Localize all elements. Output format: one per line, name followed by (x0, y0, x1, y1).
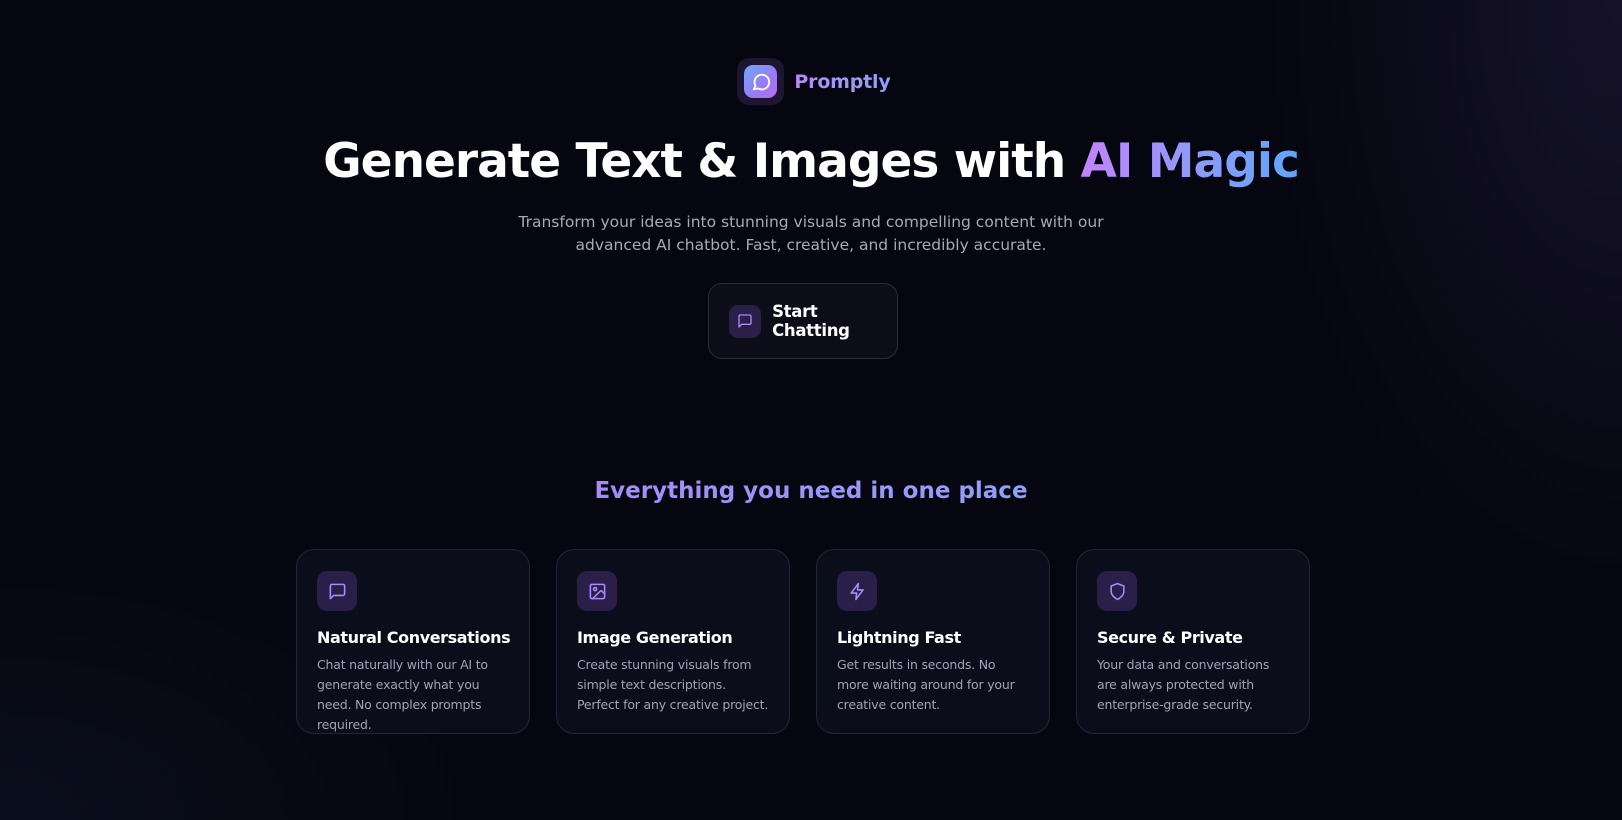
feature-card-description: Your data and conversations are always p… (1097, 657, 1270, 712)
image-icon (577, 571, 617, 611)
message-square-icon (729, 304, 762, 338)
feature-card-image-generation: Image Generation Create stunning visuals… (556, 549, 790, 734)
message-square-icon (317, 571, 357, 611)
feature-cards: Natural Conversations Chat naturally wit… (296, 549, 1310, 734)
features-heading-text: Everything you need in one place (594, 478, 1028, 504)
start-chatting-label: Start Chatting (772, 302, 850, 340)
feature-card-natural-conversations: Natural Conversations Chat naturally wit… (296, 549, 530, 734)
start-chatting-button[interactable]: Start Chatting (708, 283, 898, 359)
feature-card-description: Chat naturally with our AI to generate e… (317, 657, 488, 732)
brand-name[interactable]: Promptly (794, 71, 890, 93)
chat-bubble-icon (744, 65, 778, 98)
feature-card-title: Lightning Fast (837, 628, 961, 647)
brand-header: Promptly (0, 58, 1622, 105)
hero-title-accent: AI Magic (1080, 134, 1300, 189)
feature-card-lightning-fast: Lightning Fast Get results in seconds. N… (816, 549, 1050, 734)
feature-card-title: Secure & Private (1097, 628, 1243, 647)
lightning-bolt-icon (837, 571, 877, 611)
feature-card-title: Image Generation (577, 628, 733, 647)
feature-card-description: Create stunning visuals from simple text… (577, 657, 769, 712)
feature-card-secure-private: Secure & Private Your data and conversat… (1076, 549, 1310, 734)
brand-logo-tile[interactable] (737, 58, 785, 105)
landing-page: Promptly Generate Text & Images with AI … (0, 0, 1622, 820)
feature-card-description: Get results in seconds. No more waiting … (837, 657, 1015, 712)
hero-title-main: Generate Text & Images with (323, 134, 1081, 189)
shield-icon (1097, 571, 1137, 611)
hero-subtitle: Transform your ideas into stunning visua… (518, 213, 1104, 254)
hero-title: Generate Text & Images with AI Magic (0, 134, 1622, 189)
feature-card-title: Natural Conversations (317, 628, 511, 647)
features-heading: Everything you need in one place (0, 478, 1622, 504)
